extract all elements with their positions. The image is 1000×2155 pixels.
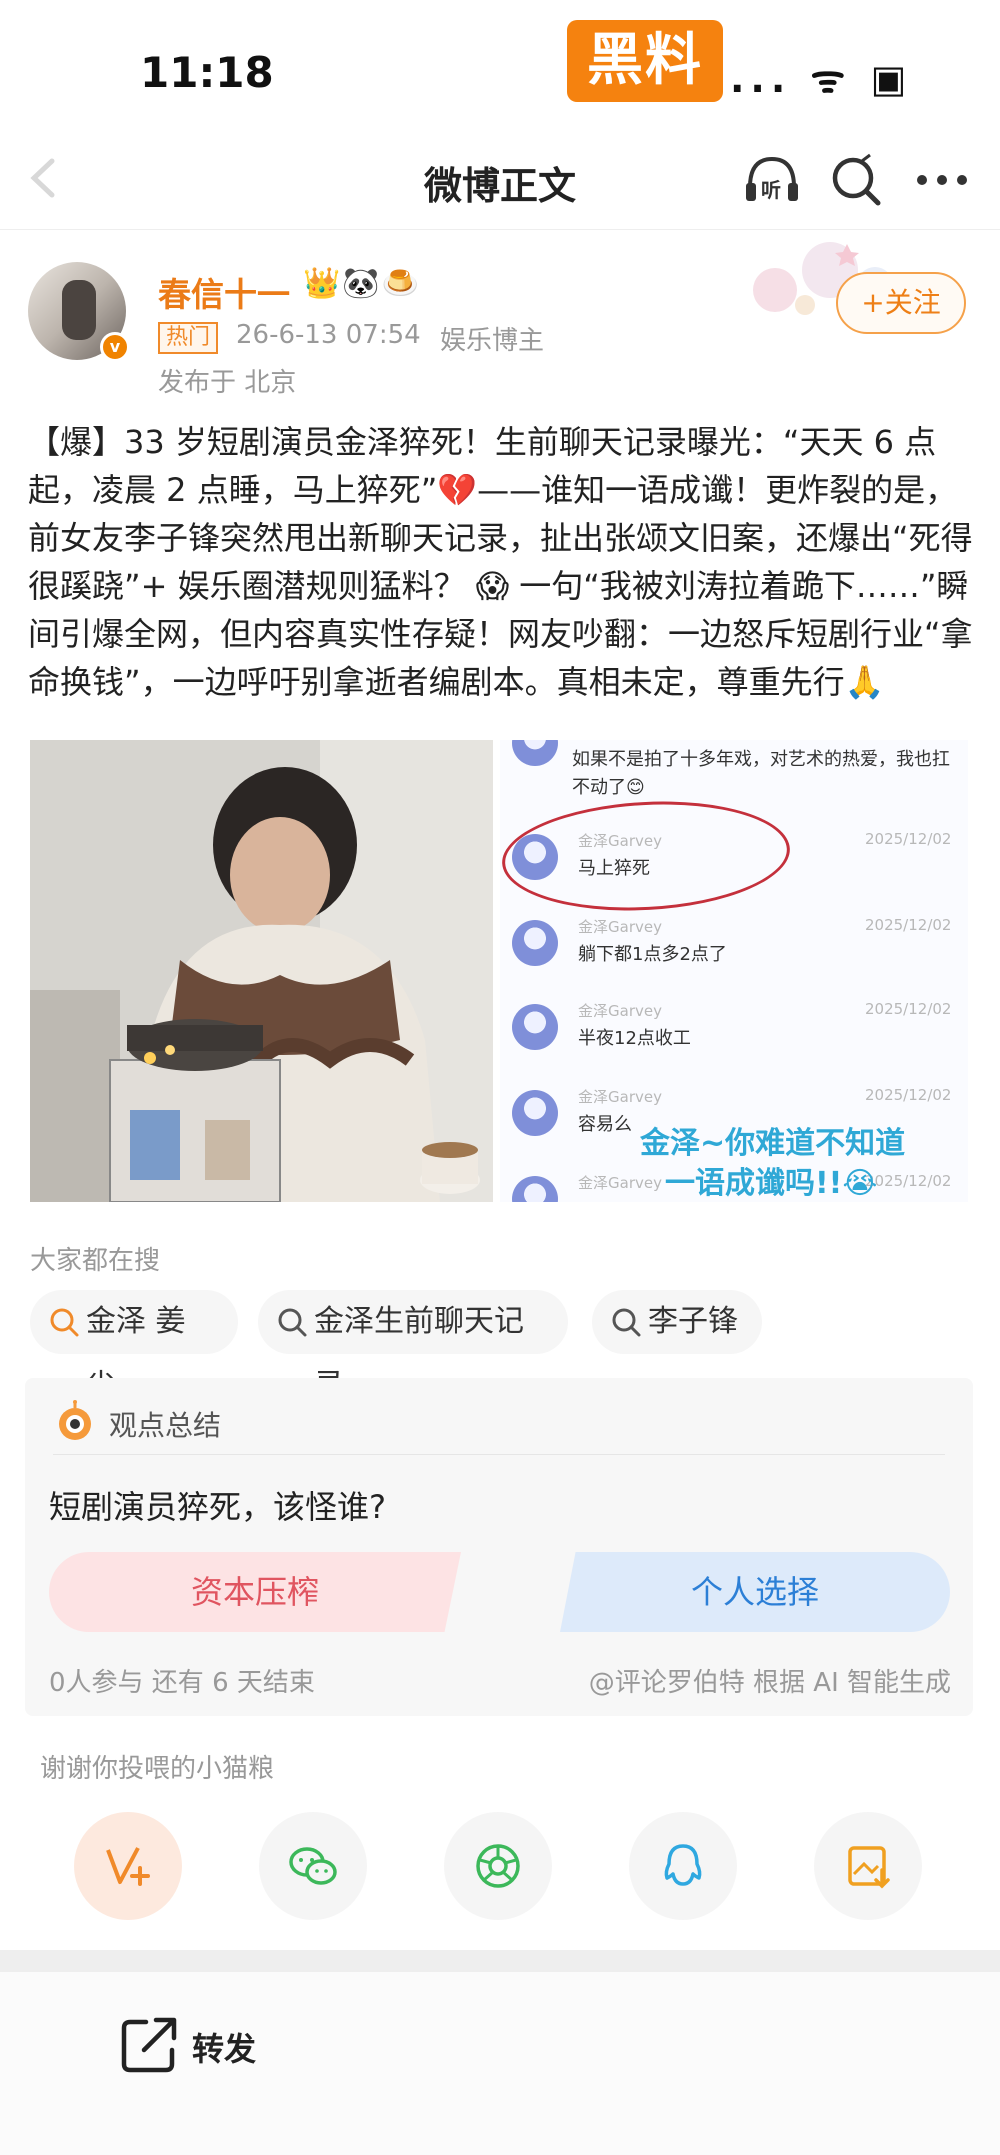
hot-tag: 热门 <box>158 322 219 354</box>
vote-option-personal[interactable]: 个人选择 <box>560 1552 950 1632</box>
chat-text: 半夜12点收工 <box>578 1028 691 1049</box>
opinion-title: 观点总结 <box>109 1409 222 1442</box>
chat-sender: 金泽Garvey <box>578 1002 662 1020</box>
edit-weibo-icon <box>106 1847 150 1886</box>
follow-button[interactable]: +关注 <box>836 272 966 334</box>
opinion-source[interactable]: @评论罗伯特 根据 AI 智能生成 <box>589 1662 951 1699</box>
caption-overlay-line2: 一语成谶吗!!😭 <box>665 1166 878 1201</box>
chat-avatar <box>512 920 558 966</box>
more-icon[interactable] <box>912 155 972 205</box>
status-bar: 11:18 黑料 ... ᯤ ▣ <box>0 0 1000 135</box>
highlight-circle <box>500 794 793 918</box>
chat-date: 2025/12/02 <box>865 1172 952 1190</box>
search-icon <box>278 1308 307 1337</box>
share-save-image-button[interactable] <box>814 1812 922 1920</box>
caption-overlay-line1: 金泽~你难道不知道 <box>640 1126 906 1161</box>
chat-message-row: 金泽Garvey 2025/12/02 躺下都1点多2点了 <box>510 914 960 984</box>
robot-mascot-icon <box>59 1400 91 1440</box>
photo-illustration <box>30 740 493 1202</box>
share-moments-button[interactable] <box>444 1812 552 1920</box>
post-image-chat[interactable]: 如果不是拍了十多年戏，对艺术的热爱，我也扛不动了😊 金泽Garvey 2025/… <box>500 740 968 1202</box>
search-heading: 大家都在搜 <box>30 1246 161 1276</box>
chat-sender: 金泽Garvey <box>578 1174 662 1192</box>
vote-option-capital[interactable]: 资本压榨 <box>49 1552 461 1632</box>
bottom-action-bar: 转发 <box>0 1972 1000 2155</box>
divider <box>0 1950 1000 1972</box>
opinion-card: 观点总结 短剧演员猝死，该怪谁? 资本压榨 个人选择 0人参与 还有 6 天结束… <box>25 1378 973 1716</box>
search-icon <box>612 1308 641 1337</box>
chat-date: 2025/12/02 <box>865 1000 952 1018</box>
author-emoji-badges: 👑🐼🍮 <box>303 266 422 301</box>
listen-icon[interactable]: 听 <box>742 153 802 207</box>
svg-text:听: 听 <box>761 178 781 202</box>
watermark-badge: 黑料 <box>567 20 723 102</box>
search-chip[interactable]: 李子锋 <box>592 1290 762 1354</box>
share-edit-weibo-button[interactable] <box>74 1812 182 1920</box>
post-text: 【爆】33 岁短剧演员金泽猝死！生前聊天记录曝光：“天天 6 点起，凌晨 2 点… <box>28 423 973 701</box>
forward-button[interactable]: 转发 <box>192 2024 256 2070</box>
share-wechat-button[interactable] <box>259 1812 367 1920</box>
qq-icon <box>664 1844 702 1886</box>
share-qq-button[interactable] <box>629 1812 737 1920</box>
moments-icon <box>476 1844 520 1888</box>
post-timestamp: 26-6-13 07:54 <box>236 320 421 350</box>
chat-text: 容易么 <box>578 1114 632 1135</box>
chat-avatar <box>512 1004 558 1050</box>
wechat-icon <box>289 1847 337 1885</box>
chat-avatar <box>512 1176 558 1202</box>
search-chip-label: 李子锋 <box>648 1304 738 1339</box>
verified-badge-icon: v <box>100 332 130 362</box>
chat-sender: 金泽Garvey <box>578 1088 662 1106</box>
save-image-icon <box>848 1846 890 1889</box>
divider <box>53 1454 945 1455</box>
status-indicators: ... ᯤ ▣ <box>730 57 913 101</box>
thanks-text: 谢谢你投喂的小猫粮 <box>40 1754 275 1784</box>
chat-avatar <box>512 1090 558 1136</box>
status-time: 11:18 <box>140 48 274 97</box>
chat-message-row: 金泽Garvey 2025/12/02 半夜12点收工 <box>510 998 960 1068</box>
chat-top-message: 如果不是拍了十多年戏，对艺术的热爱，我也扛不动了😊 <box>572 749 950 798</box>
search-icon[interactable] <box>828 153 884 209</box>
chat-date: 2025/12/02 <box>865 830 952 848</box>
search-chip[interactable]: 金泽生前聊天记录 <box>258 1290 568 1403</box>
chat-sender: 金泽Garvey <box>578 918 662 936</box>
search-chip[interactable]: 金泽 姜尘 <box>30 1290 238 1403</box>
author-role: 娱乐博主 <box>440 326 545 356</box>
post-location: 发布于 北京 <box>158 368 297 398</box>
search-icon <box>50 1308 79 1337</box>
chat-avatar <box>512 740 558 766</box>
vote-participants: 0人参与 还有 6 天结束 <box>49 1668 315 1698</box>
opinion-question: 短剧演员猝死，该怪谁? <box>49 1488 386 1526</box>
post-image-photo[interactable] <box>30 740 493 1202</box>
nav-bar: 微博正文 听 <box>0 135 1000 230</box>
chat-date: 2025/12/02 <box>865 916 952 934</box>
forward-icon[interactable] <box>120 2014 180 2074</box>
chat-text: 躺下都1点多2点了 <box>578 944 727 965</box>
chat-date: 2025/12/02 <box>865 1086 952 1104</box>
author-name[interactable]: 春信十一 <box>158 268 290 316</box>
